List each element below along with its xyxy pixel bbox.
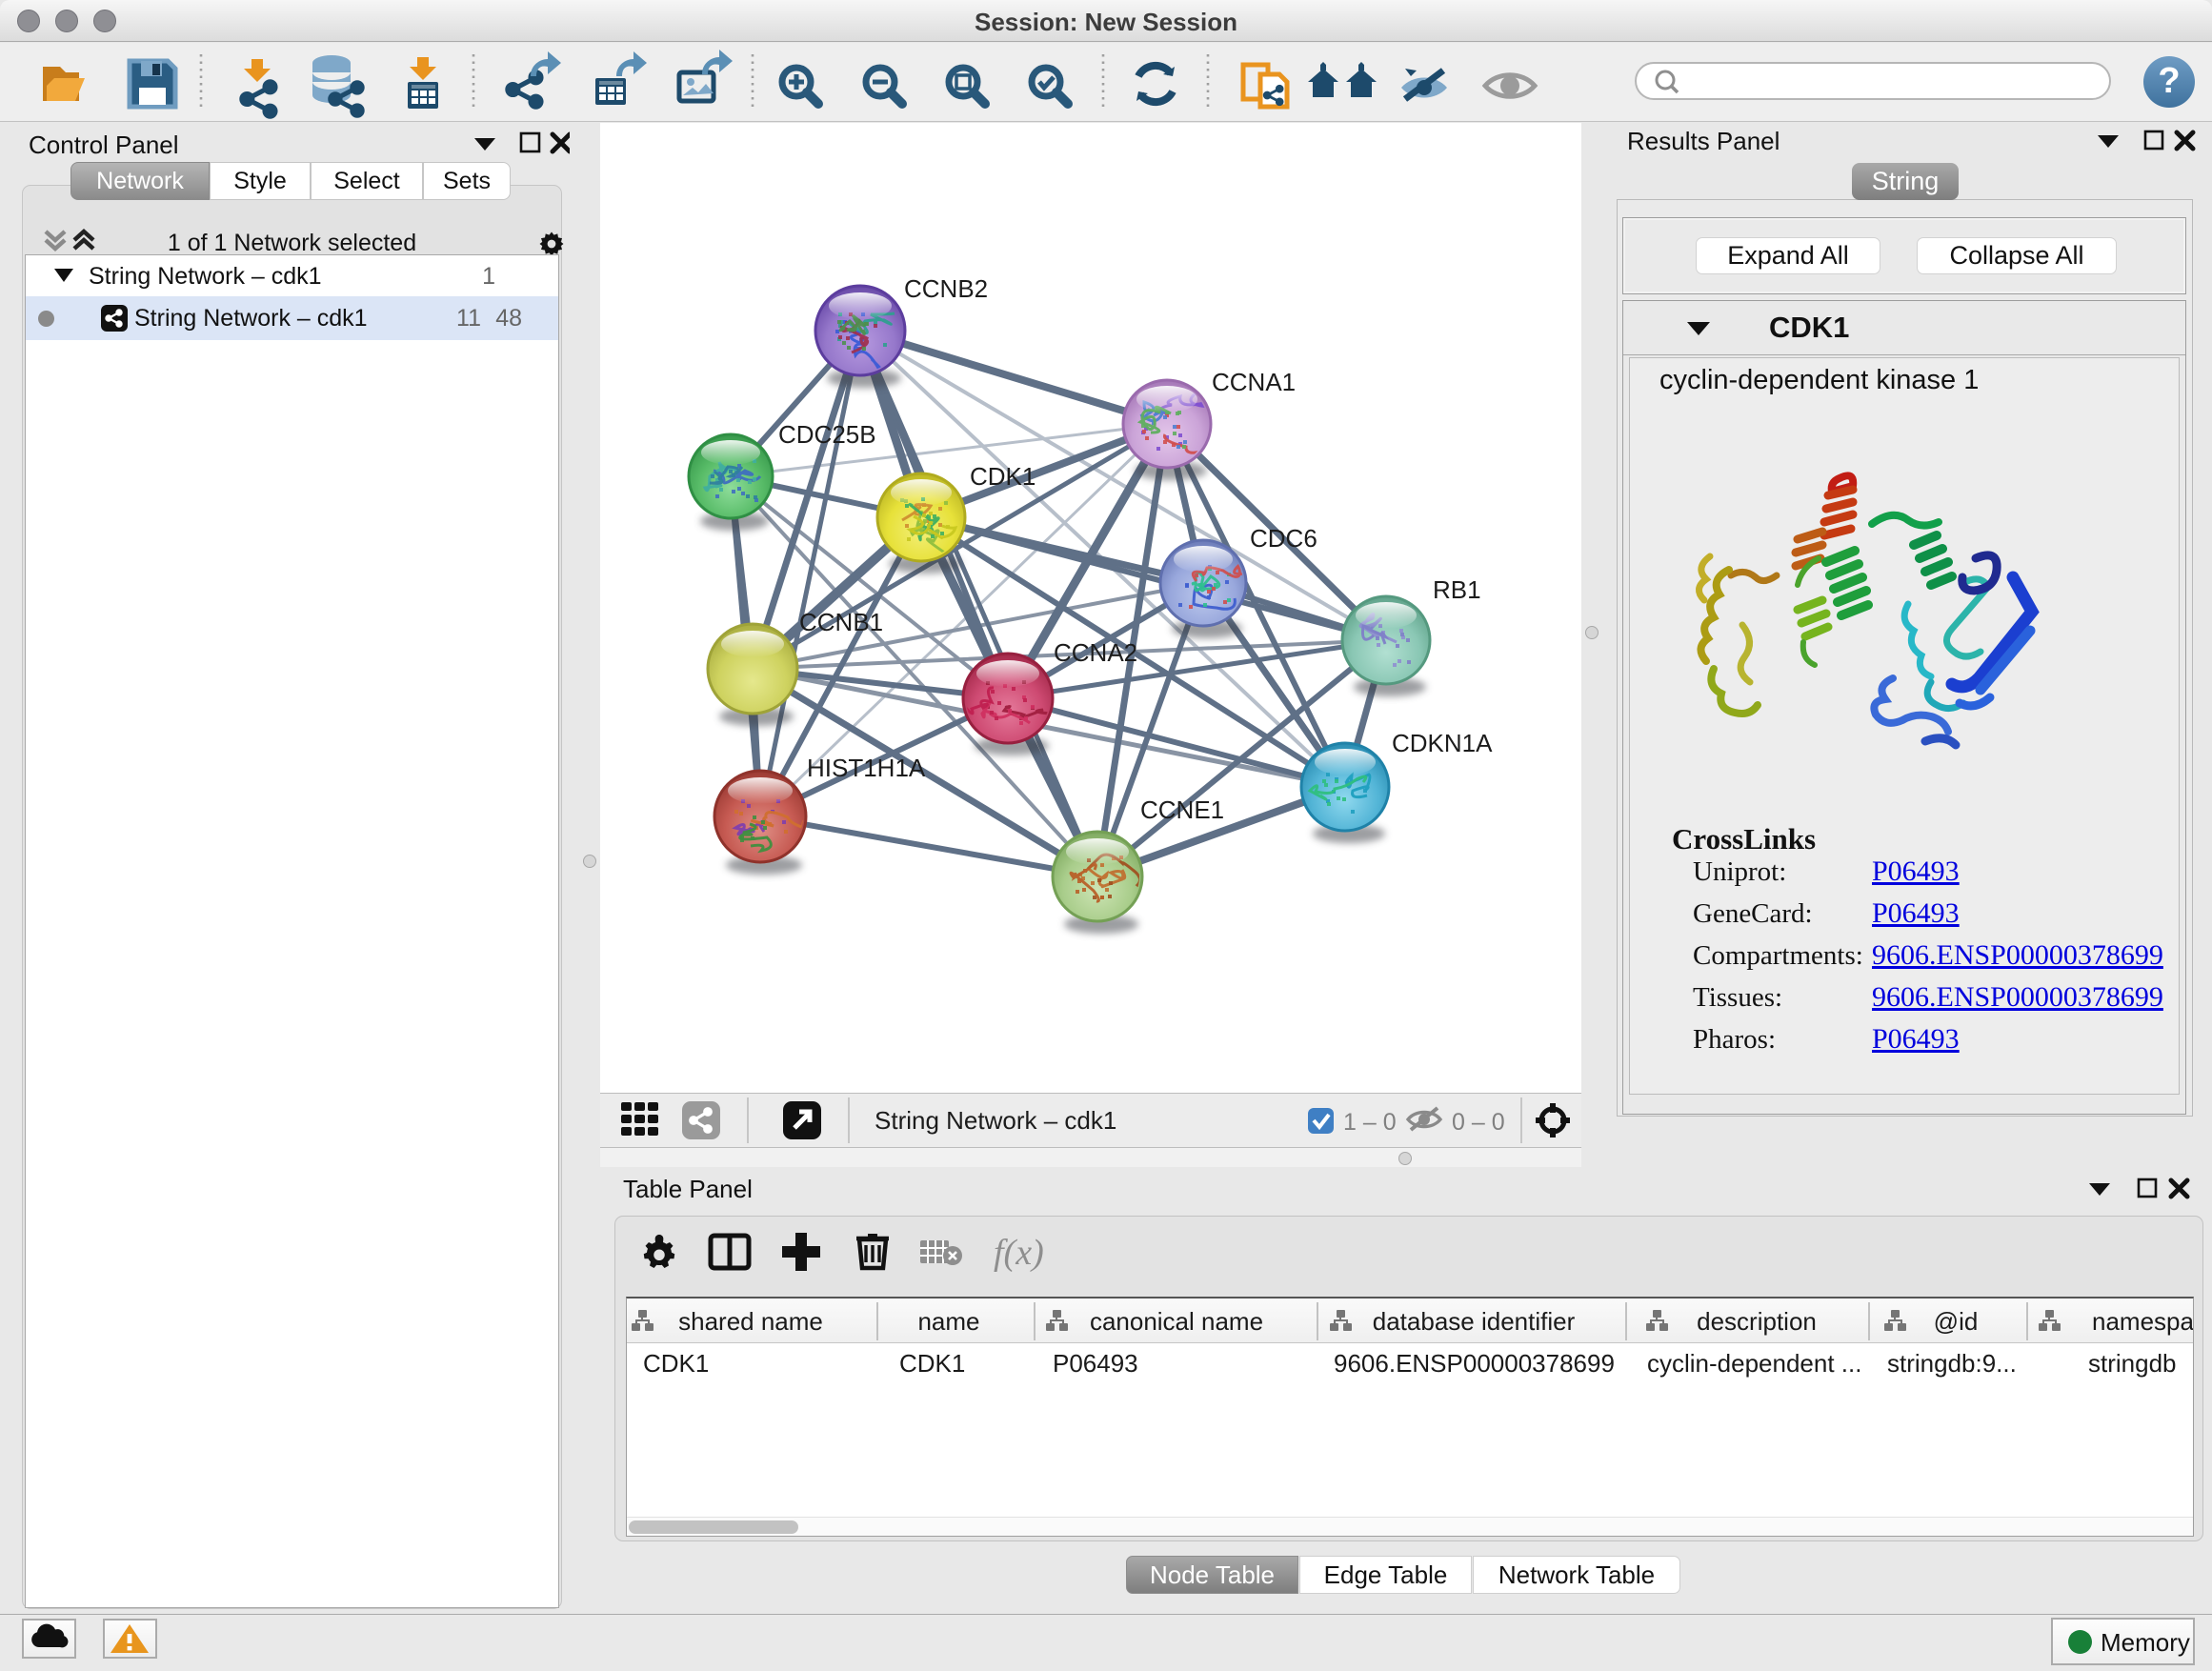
svg-text:CCNB2: CCNB2 [904,274,988,303]
svg-text:1 – 0: 1 – 0 [1343,1109,1397,1136]
svg-text:RB1: RB1 [1433,575,1481,604]
svg-text:database identifier: database identifier [1373,1307,1576,1336]
svg-text:namespace: namespace [2092,1307,2193,1336]
svg-text:HIST1H1A: HIST1H1A [807,754,926,782]
svg-text:description: description [1697,1307,1817,1336]
svg-text:shared name: shared name [678,1307,823,1336]
svg-text:CDKN1A: CDKN1A [1392,729,1493,757]
svg-text:f(x): f(x) [994,1233,1044,1273]
svg-text:CDC25B: CDC25B [778,420,876,449]
svg-text:CCNB1: CCNB1 [799,608,883,636]
svg-text:CDK1: CDK1 [970,462,1036,491]
svg-text:0 – 0: 0 – 0 [1452,1109,1505,1136]
svg-text:name: name [917,1307,979,1336]
svg-text:canonical name: canonical name [1090,1307,1263,1336]
svg-text:CCNA1: CCNA1 [1212,368,1296,396]
svg-text:CDC6: CDC6 [1250,524,1317,553]
svg-text:CCNE1: CCNE1 [1140,795,1224,824]
svg-text:String Network – cdk1: String Network – cdk1 [875,1106,1116,1135]
svg-text:@id: @id [1934,1307,1979,1336]
svg-text:CCNA2: CCNA2 [1054,638,1137,667]
